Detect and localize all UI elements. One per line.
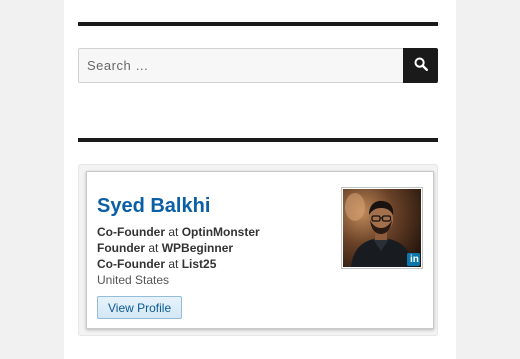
sidebar-widget-area: Syed Balkhi Co-Founder at OptinMonster F… — [64, 0, 456, 359]
profile-photo[interactable]: in — [341, 187, 423, 269]
search-input[interactable] — [78, 48, 403, 83]
position-title: Founder — [97, 241, 145, 255]
position-connector: at — [168, 257, 179, 271]
linkedin-icon-label: in — [410, 254, 419, 265]
widget-divider — [78, 138, 438, 142]
position-line: Co-Founder at OptinMonster — [97, 224, 260, 240]
position-title: Co-Founder — [97, 257, 165, 271]
position-company: List25 — [181, 257, 217, 271]
position-connector: at — [148, 241, 159, 255]
linkedin-profile-badge: Syed Balkhi Co-Founder at OptinMonster F… — [78, 164, 438, 336]
profile-location: United States — [97, 273, 170, 287]
search-form — [78, 48, 438, 83]
position-line: Founder at WPBeginner — [97, 240, 260, 256]
view-profile-button[interactable]: View Profile — [97, 296, 183, 319]
position-company: OptinMonster — [181, 225, 260, 239]
profile-positions: Co-Founder at OptinMonster Founder at WP… — [97, 224, 260, 288]
search-icon — [414, 57, 428, 74]
search-button[interactable] — [403, 48, 438, 83]
profile-name-link[interactable]: Syed Balkhi — [97, 195, 210, 218]
position-title: Co-Founder — [97, 225, 165, 239]
profile-card: Syed Balkhi Co-Founder at OptinMonster F… — [86, 171, 434, 329]
widget-divider — [78, 22, 438, 26]
position-company: WPBeginner — [161, 241, 234, 255]
position-line: Co-Founder at List25 — [97, 256, 260, 272]
position-connector: at — [168, 225, 179, 239]
